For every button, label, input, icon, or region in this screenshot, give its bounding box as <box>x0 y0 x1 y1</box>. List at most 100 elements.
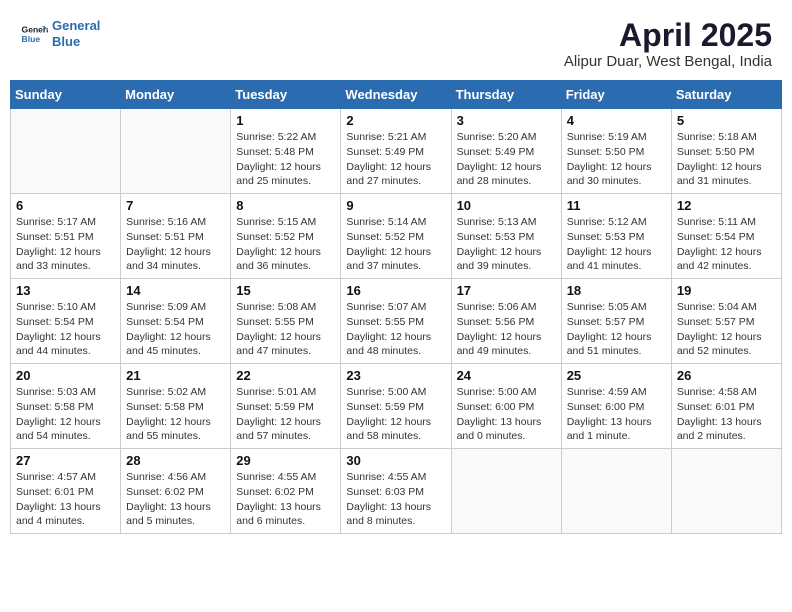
header: General Blue General Blue April 2025 Ali… <box>10 10 782 74</box>
day-number: 22 <box>236 368 335 383</box>
day-number: 23 <box>346 368 445 383</box>
calendar-cell: 29 Sunrise: 4:55 AM Sunset: 6:02 PM Dayli… <box>231 449 341 534</box>
day-number: 24 <box>457 368 556 383</box>
calendar-cell: 7Sunrise: 5:16 AM Sunset: 5:51 PM Daylig… <box>121 194 231 279</box>
calendar-cell: 9 Sunrise: 5:14 AM Sunset: 5:52 PM Daylig… <box>341 194 451 279</box>
calendar-cell: 27 Sunrise: 4:57 AM Sunset: 6:01 PM Dayli… <box>11 449 121 534</box>
weekday-header-wednesday: Wednesday <box>341 81 451 109</box>
calendar-cell: 25Sunrise: 4:59 AM Sunset: 6:00 PM Dayli… <box>561 364 671 449</box>
weekday-header-friday: Friday <box>561 81 671 109</box>
day-number: 14 <box>126 283 225 298</box>
calendar-cell: 1 Sunrise: 5:22 AM Sunset: 5:48 PM Daylig… <box>231 109 341 194</box>
day-info: Sunrise: 4:56 AM Sunset: 6:02 PM Dayligh… <box>126 470 225 529</box>
calendar-cell: 11 Sunrise: 5:12 AM Sunset: 5:53 PM Dayli… <box>561 194 671 279</box>
day-info: Sunrise: 5:14 AM Sunset: 5:52 PM Dayligh… <box>346 215 445 274</box>
day-number: 11 <box>567 198 666 213</box>
day-number: 4 <box>567 113 666 128</box>
logo-line2: Blue <box>52 34 80 49</box>
day-number: 13 <box>16 283 115 298</box>
calendar-cell: 23Sunrise: 5:00 AM Sunset: 5:59 PM Dayli… <box>341 364 451 449</box>
day-number: 30 <box>346 453 445 468</box>
day-number: 28 <box>126 453 225 468</box>
day-info: Sunrise: 5:00 AM Sunset: 6:00 PM Dayligh… <box>457 385 556 444</box>
calendar-cell <box>671 449 781 534</box>
calendar-cell: 14 Sunrise: 5:09 AM Sunset: 5:54 PM Dayli… <box>121 279 231 364</box>
week-row-1: 1 Sunrise: 5:22 AM Sunset: 5:48 PM Daylig… <box>11 109 782 194</box>
day-info: Sunrise: 5:09 AM Sunset: 5:54 PM Dayligh… <box>126 300 225 359</box>
calendar-cell: 16 Sunrise: 5:07 AM Sunset: 5:55 PM Dayli… <box>341 279 451 364</box>
sub-title: Alipur Duar, West Bengal, India <box>564 53 772 70</box>
logo: General Blue General Blue <box>20 18 100 49</box>
day-info: Sunrise: 5:05 AM Sunset: 5:57 PM Dayligh… <box>567 300 666 359</box>
day-info: Sunrise: 5:01 AM Sunset: 5:59 PM Dayligh… <box>236 385 335 444</box>
day-number: 10 <box>457 198 556 213</box>
weekday-header-thursday: Thursday <box>451 81 561 109</box>
day-number: 25 <box>567 368 666 383</box>
calendar-cell <box>451 449 561 534</box>
weekday-header-monday: Monday <box>121 81 231 109</box>
calendar-cell: 19 Sunrise: 5:04 AM Sunset: 5:57 PM Dayli… <box>671 279 781 364</box>
day-info: Sunrise: 5:20 AM Sunset: 5:49 PM Dayligh… <box>457 130 556 189</box>
day-info: Sunrise: 5:08 AM Sunset: 5:55 PM Dayligh… <box>236 300 335 359</box>
day-info: Sunrise: 5:22 AM Sunset: 5:48 PM Dayligh… <box>236 130 335 189</box>
weekday-header-row: SundayMondayTuesdayWednesdayThursdayFrid… <box>11 81 782 109</box>
calendar-cell: 8 Sunrise: 5:15 AM Sunset: 5:52 PM Daylig… <box>231 194 341 279</box>
calendar-cell: 22 Sunrise: 5:01 AM Sunset: 5:59 PM Dayli… <box>231 364 341 449</box>
calendar-cell: 12Sunrise: 5:11 AM Sunset: 5:54 PM Dayli… <box>671 194 781 279</box>
calendar-cell <box>561 449 671 534</box>
day-info: Sunrise: 5:18 AM Sunset: 5:50 PM Dayligh… <box>677 130 776 189</box>
calendar-cell: 10 Sunrise: 5:13 AM Sunset: 5:53 PM Dayli… <box>451 194 561 279</box>
day-number: 21 <box>126 368 225 383</box>
calendar-cell: 3 Sunrise: 5:20 AM Sunset: 5:49 PM Daylig… <box>451 109 561 194</box>
day-number: 16 <box>346 283 445 298</box>
weekday-header-tuesday: Tuesday <box>231 81 341 109</box>
day-info: Sunrise: 5:07 AM Sunset: 5:55 PM Dayligh… <box>346 300 445 359</box>
day-info: Sunrise: 5:11 AM Sunset: 5:54 PM Dayligh… <box>677 215 776 274</box>
calendar-cell: 13 Sunrise: 5:10 AM Sunset: 5:54 PM Dayli… <box>11 279 121 364</box>
day-number: 8 <box>236 198 335 213</box>
calendar-cell: 20Sunrise: 5:03 AM Sunset: 5:58 PM Dayli… <box>11 364 121 449</box>
day-info: Sunrise: 4:55 AM Sunset: 6:02 PM Dayligh… <box>236 470 335 529</box>
day-info: Sunrise: 4:58 AM Sunset: 6:01 PM Dayligh… <box>677 385 776 444</box>
title-block: April 2025 Alipur Duar, West Bengal, Ind… <box>564 18 772 70</box>
day-number: 29 <box>236 453 335 468</box>
calendar-cell: 4 Sunrise: 5:19 AM Sunset: 5:50 PM Daylig… <box>561 109 671 194</box>
main-title: April 2025 <box>564 18 772 53</box>
day-info: Sunrise: 5:10 AM Sunset: 5:54 PM Dayligh… <box>16 300 115 359</box>
day-info: Sunrise: 5:04 AM Sunset: 5:57 PM Dayligh… <box>677 300 776 359</box>
day-info: Sunrise: 5:17 AM Sunset: 5:51 PM Dayligh… <box>16 215 115 274</box>
day-number: 6 <box>16 198 115 213</box>
day-number: 7 <box>126 198 225 213</box>
day-info: Sunrise: 5:13 AM Sunset: 5:53 PM Dayligh… <box>457 215 556 274</box>
day-number: 3 <box>457 113 556 128</box>
day-info: Sunrise: 5:15 AM Sunset: 5:52 PM Dayligh… <box>236 215 335 274</box>
calendar-cell: 28 Sunrise: 4:56 AM Sunset: 6:02 PM Dayli… <box>121 449 231 534</box>
day-number: 18 <box>567 283 666 298</box>
day-info: Sunrise: 5:03 AM Sunset: 5:58 PM Dayligh… <box>16 385 115 444</box>
calendar-cell: 15Sunrise: 5:08 AM Sunset: 5:55 PM Dayli… <box>231 279 341 364</box>
day-number: 1 <box>236 113 335 128</box>
calendar-cell: 21 Sunrise: 5:02 AM Sunset: 5:58 PM Dayli… <box>121 364 231 449</box>
day-info: Sunrise: 5:06 AM Sunset: 5:56 PM Dayligh… <box>457 300 556 359</box>
svg-text:Blue: Blue <box>22 33 41 43</box>
day-info: Sunrise: 4:57 AM Sunset: 6:01 PM Dayligh… <box>16 470 115 529</box>
day-number: 9 <box>346 198 445 213</box>
week-row-3: 13 Sunrise: 5:10 AM Sunset: 5:54 PM Dayli… <box>11 279 782 364</box>
day-number: 27 <box>16 453 115 468</box>
day-info: Sunrise: 5:21 AM Sunset: 5:49 PM Dayligh… <box>346 130 445 189</box>
day-number: 26 <box>677 368 776 383</box>
day-number: 19 <box>677 283 776 298</box>
day-info: Sunrise: 5:02 AM Sunset: 5:58 PM Dayligh… <box>126 385 225 444</box>
logo-icon: General Blue <box>20 20 48 48</box>
calendar-cell: 17Sunrise: 5:06 AM Sunset: 5:56 PM Dayli… <box>451 279 561 364</box>
calendar-cell <box>11 109 121 194</box>
day-info: Sunrise: 5:19 AM Sunset: 5:50 PM Dayligh… <box>567 130 666 189</box>
calendar-cell: 18 Sunrise: 5:05 AM Sunset: 5:57 PM Dayli… <box>561 279 671 364</box>
calendar-cell: 26 Sunrise: 4:58 AM Sunset: 6:01 PM Dayli… <box>671 364 781 449</box>
logo-text: General Blue <box>52 18 100 49</box>
calendar-cell: 30Sunrise: 4:55 AM Sunset: 6:03 PM Dayli… <box>341 449 451 534</box>
logo-line1: General <box>52 18 100 33</box>
day-number: 2 <box>346 113 445 128</box>
day-info: Sunrise: 5:12 AM Sunset: 5:53 PM Dayligh… <box>567 215 666 274</box>
weekday-header-sunday: Sunday <box>11 81 121 109</box>
